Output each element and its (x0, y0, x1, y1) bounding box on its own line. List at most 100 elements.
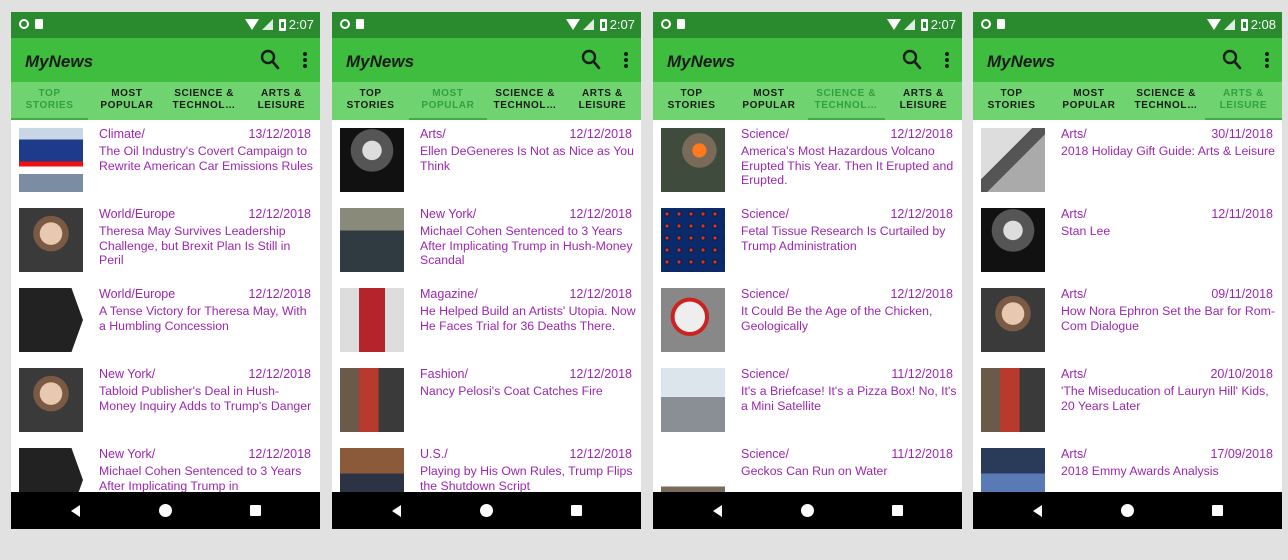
tab-most-popular[interactable]: MOST POPULAR (730, 82, 807, 120)
article-headline: 2018 Emmy Awards Analysis (1061, 464, 1219, 478)
article-item[interactable]: Arts/30/11/2018 2018 Holiday Gift Guide: … (973, 120, 1282, 200)
clock: 2:07 (288, 17, 314, 32)
tab-science-technology[interactable]: SCIENCE & TECHNOL… (1128, 82, 1205, 120)
article-item[interactable]: New York/12/12/2018 Tabloid Publisher's D… (11, 360, 320, 440)
article-section: Arts/ (1061, 367, 1087, 381)
tab-top-stories[interactable]: TOP STORIES (973, 82, 1050, 120)
search-icon[interactable] (1222, 49, 1242, 71)
tab-arts-leisure[interactable]: ARTS & LEISURE (243, 82, 320, 120)
article-list[interactable]: Science/12/12/2018 America's Most Hazardo… (653, 120, 962, 492)
wifi-icon (565, 19, 580, 30)
battery-icon (278, 18, 286, 31)
overflow-menu-icon[interactable] (944, 51, 950, 69)
overflow-menu-icon[interactable] (623, 51, 629, 69)
article-thumbnail (661, 448, 725, 492)
article-headline: 2018 Holiday Gift Guide: Arts & Leisure (1061, 144, 1275, 158)
status-icons: 2:07 (244, 17, 314, 32)
home-icon[interactable] (801, 504, 814, 517)
article-list[interactable]: Arts/30/11/2018 2018 Holiday Gift Guide: … (973, 120, 1282, 492)
article-item[interactable]: Magazine/12/12/2018 He Helped Build an Ar… (332, 280, 641, 360)
article-thumbnail (661, 128, 725, 192)
article-thumbnail (340, 288, 404, 352)
app-title: MyNews (346, 52, 415, 71)
tab-arts-leisure[interactable]: ARTS & LEISURE (885, 82, 962, 120)
app-bar: MyNews (11, 38, 320, 82)
overflow-menu-icon[interactable] (1264, 51, 1270, 69)
article-item[interactable]: Science/11/12/2018 Geckos Can Run on Wate… (653, 440, 962, 492)
article-section: Science/ (741, 127, 789, 141)
article-date: 30/11/2018 (1211, 127, 1273, 141)
article-list[interactable]: Climate/13/12/2018 The Oil Industry's Cov… (11, 120, 320, 492)
app-title: MyNews (987, 52, 1056, 71)
tab-arts-leisure[interactable]: ARTS & LEISURE (564, 82, 641, 120)
article-headline: Nancy Pelosi's Coat Catches Fire (420, 384, 603, 398)
article-item[interactable]: Science/12/12/2018 Fetal Tissue Research … (653, 200, 962, 280)
article-item[interactable]: World/Europe 12/12/2018 A Tense Victory fo… (11, 280, 320, 360)
article-headline: Stan Lee (1061, 224, 1111, 238)
battery-icon (920, 18, 928, 31)
tab-science-technology[interactable]: SCIENCE & TECHNOL… (166, 82, 243, 120)
recent-apps-icon[interactable] (250, 505, 261, 516)
back-icon[interactable] (1033, 505, 1042, 517)
back-icon[interactable] (392, 505, 401, 517)
tab-top-stories[interactable]: TOP STORIES (332, 82, 409, 120)
recent-apps-icon[interactable] (892, 505, 903, 516)
article-thumbnail (981, 128, 1045, 192)
article-item[interactable]: New York/12/12/2018 Michael Cohen Sentenc… (332, 200, 641, 280)
article-date: 12/12/2018 (890, 127, 953, 141)
app-title: MyNews (25, 52, 94, 71)
article-item[interactable]: U.S./ 12/12/2018 Playing by His Own Rules,… (332, 440, 641, 492)
article-section: Arts/ (1061, 447, 1087, 461)
article-item[interactable]: Science/12/12/2018 America's Most Hazardo… (653, 120, 962, 200)
article-date: 12/12/2018 (569, 447, 632, 461)
article-item[interactable]: New York/12/12/2018 Michael Cohen Sentenc… (11, 440, 320, 492)
article-thumbnail (981, 368, 1045, 432)
article-item[interactable]: Science/12/12/2018 It Could Be the Age of… (653, 280, 962, 360)
article-item[interactable]: Arts/09/11/2018 How Nora Ephron Set the B… (973, 280, 1282, 360)
article-headline: Geckos Can Run on Water (741, 464, 888, 478)
wifi-icon (886, 19, 901, 30)
status-icons: 2:07 (565, 17, 635, 32)
tab-science-technology[interactable]: SCIENCE & TECHNOL… (487, 82, 564, 120)
article-item[interactable]: Arts/17/09/2018 2018 Emmy Awards Analysis (973, 440, 1282, 492)
system-nav-bar (332, 492, 641, 529)
wifi-icon (244, 19, 259, 30)
recent-apps-icon[interactable] (1212, 505, 1223, 516)
search-icon[interactable] (260, 49, 280, 71)
home-icon[interactable] (1121, 504, 1134, 517)
home-icon[interactable] (159, 504, 172, 517)
home-icon[interactable] (480, 504, 493, 517)
article-item[interactable]: Climate/13/12/2018 The Oil Industry's Cov… (11, 120, 320, 200)
tab-most-popular[interactable]: MOST POPULAR (88, 82, 165, 120)
tab-top-stories[interactable]: TOP STORIES (11, 82, 89, 120)
system-nav-bar (653, 492, 962, 529)
article-list[interactable]: Arts/12/12/2018 Ellen DeGeneres Is Not as… (332, 120, 641, 492)
search-icon[interactable] (902, 49, 922, 71)
tab-top-stories[interactable]: TOP STORIES (653, 82, 730, 120)
recent-apps-icon[interactable] (571, 505, 582, 516)
article-thumbnail (661, 368, 725, 432)
article-item[interactable]: Arts/12/11/2018 Stan Lee (973, 200, 1282, 280)
article-thumbnail (340, 128, 404, 192)
system-nav-bar (973, 492, 1282, 529)
article-item[interactable]: World/Europe 12/12/2018 Theresa May Surviv… (11, 200, 320, 280)
article-item[interactable]: Arts/20/10/2018 'The Miseducation of Laur… (973, 360, 1282, 440)
article-item[interactable]: Science/11/12/2018 It's a Briefcase! It's… (653, 360, 962, 440)
article-section: Arts/ (1061, 287, 1087, 301)
overflow-menu-icon[interactable] (302, 51, 308, 69)
article-item[interactable]: Arts/12/12/2018 Ellen DeGeneres Is Not as… (332, 120, 641, 200)
back-icon[interactable] (71, 505, 80, 517)
tab-arts-leisure[interactable]: ARTS & LEISURE (1204, 82, 1282, 120)
article-date: 20/10/2018 (1210, 367, 1273, 381)
article-headline: A Tense Victory for Theresa May, With a … (99, 304, 307, 333)
tab-most-popular[interactable]: MOST POPULAR (1050, 82, 1127, 120)
article-date: 12/12/2018 (569, 207, 632, 221)
status-bar: 2:07 (332, 12, 641, 38)
back-icon[interactable] (713, 505, 722, 517)
article-headline: It Could Be the Age of the Chicken, Geol… (741, 304, 933, 333)
article-item[interactable]: Fashion/12/12/2018 Nancy Pelosi's Coat Ca… (332, 360, 641, 440)
status-bar: 2:07 (653, 12, 962, 38)
tab-most-popular[interactable]: MOST POPULAR (409, 82, 487, 120)
tab-science-technology[interactable]: SCIENCE & TECHNOL… (807, 82, 886, 120)
search-icon[interactable] (581, 49, 601, 71)
